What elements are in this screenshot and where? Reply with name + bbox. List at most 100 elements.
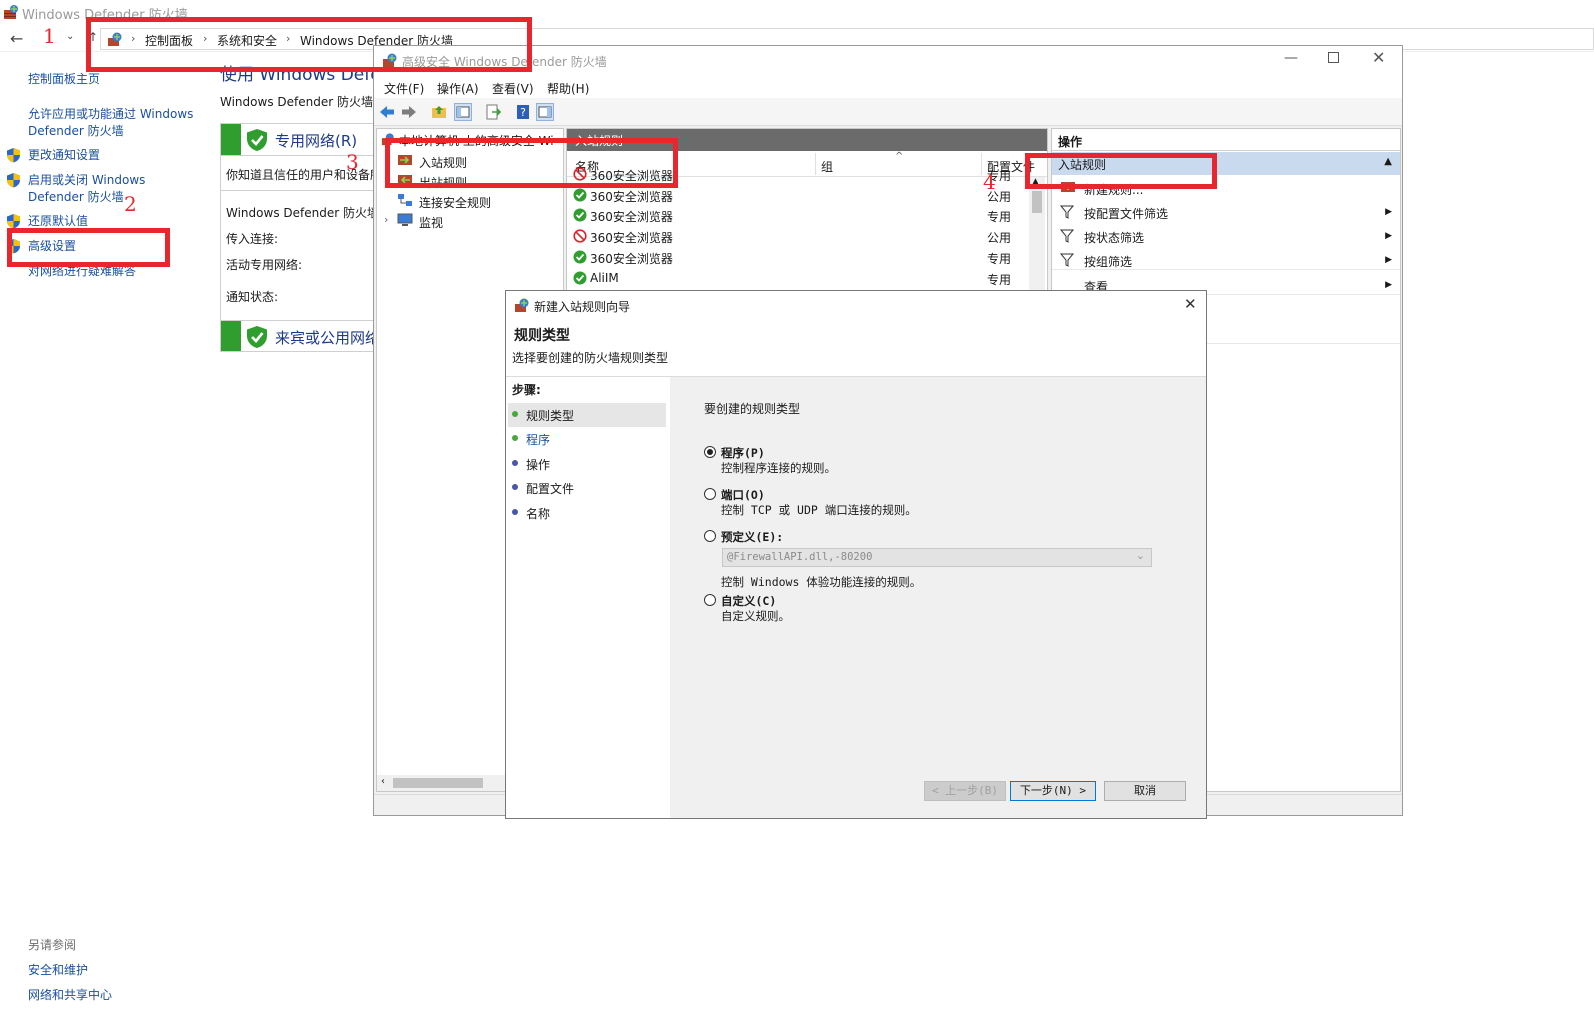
step-program[interactable]: 程序: [512, 431, 550, 448]
rule-name: 360安全浏览器: [590, 231, 673, 246]
scroll-left-icon[interactable]: ‹: [381, 776, 385, 787]
filter-icon: [1060, 229, 1074, 243]
option-port-desc: 控制 TCP 或 UDP 端口连接的规则。: [721, 503, 917, 517]
submenu-arrow-icon: ▶: [1385, 231, 1392, 241]
option-predefined-label: 预定义(E):: [721, 530, 784, 544]
folder-up-icon[interactable]: [430, 103, 448, 121]
allow-check-icon: [573, 188, 587, 202]
firewall-icon: [3, 4, 19, 20]
show-hide-tree-icon[interactable]: [454, 103, 472, 121]
uac-shield-icon: [6, 213, 21, 229]
action-filter-profile[interactable]: 按配置文件筛选: [1084, 205, 1168, 222]
active-private-network-label: 活动专用网络:: [226, 258, 303, 272]
filter-icon: [1060, 253, 1074, 267]
annotation-number-2: 2: [124, 192, 137, 216]
radio-predefined[interactable]: [704, 530, 716, 542]
sidebar-item-notifications[interactable]: 更改通知设置: [28, 147, 100, 164]
sidebar-item-home[interactable]: 控制面板主页: [28, 71, 100, 88]
sidebar-item-toggle-firewall[interactable]: 启用或关闭 Windows Defender 防火墙: [28, 172, 158, 206]
monitor-icon: [397, 213, 413, 227]
svg-text:?: ?: [520, 106, 526, 119]
annotation-number-3: 3: [346, 150, 359, 174]
table-row[interactable]: AliIM 专用: [573, 268, 1043, 289]
sidebar-item-allow-app[interactable]: 允许应用或功能通过 Windows Defender 防火墙: [28, 106, 200, 140]
option-predefined-desc: 控制 Windows 体验功能连接的规则。: [721, 575, 922, 589]
notification-state-label: 通知状态:: [226, 290, 279, 304]
menu-action[interactable]: 操作(A): [437, 80, 479, 97]
wizard-subheading: 选择要创建的防火墙规则类型: [512, 351, 669, 365]
step-dot-icon: [512, 509, 518, 515]
new-inbound-rule-wizard: 新建入站规则向导 ✕ 规则类型 选择要创建的防火墙规则类型 步骤: 规则类型 程…: [505, 290, 1207, 819]
rule-profile: 专用: [987, 210, 1012, 225]
table-row[interactable]: 360安全浏览器 公用: [573, 226, 1043, 247]
incoming-connections-label: 传入连接:: [226, 232, 279, 246]
help-icon[interactable]: ?: [514, 103, 532, 121]
wizard-title: 新建入站规则向导: [534, 300, 631, 314]
chevron-down-icon[interactable]: ⌄: [66, 31, 74, 42]
menu-bar: 文件(F) 操作(A) 查看(V) 帮助(H): [374, 76, 1402, 98]
sort-up-icon: ^: [895, 151, 904, 162]
firewall-status-label: Windows Defender 防火墙: [226, 206, 379, 220]
uac-shield-icon: [6, 147, 21, 163]
radio-custom[interactable]: [704, 594, 716, 606]
step-profile: 配置文件: [512, 480, 574, 497]
annotation-box-3: [385, 138, 678, 188]
step-dot-icon: [512, 484, 518, 490]
submenu-arrow-icon: ▶: [1385, 207, 1392, 217]
rule-type-prompt: 要创建的规则类型: [704, 402, 801, 416]
step-rule-type: 规则类型: [512, 407, 574, 424]
next-button[interactable]: 下一步(N) >: [1010, 781, 1096, 801]
guest-network-panel: 来宾或公用网络: [220, 320, 380, 352]
submenu-arrow-icon: ▶: [1385, 255, 1392, 265]
submenu-arrow-icon: ▶: [1385, 280, 1392, 290]
scrollbar-thumb[interactable]: [1032, 191, 1042, 213]
see-also-security-maintenance[interactable]: 安全和维护: [28, 962, 88, 979]
private-network-title[interactable]: 专用网络(R): [275, 130, 357, 151]
green-shield-check-icon: [246, 128, 268, 152]
close-icon[interactable]: ✕: [1184, 295, 1197, 313]
wizard-body: 要创建的规则类型 程序(P) 控制程序连接的规则。 端口(O) 控制 TCP 或…: [670, 377, 1206, 818]
green-shield-check-icon: [246, 325, 268, 349]
tree-item-connection-security[interactable]: 连接安全规则: [419, 194, 491, 211]
show-hide-action-pane-icon[interactable]: [536, 103, 554, 121]
menu-view[interactable]: 查看(V): [492, 80, 534, 97]
scrollbar-thumb[interactable]: [393, 778, 483, 788]
back-arrow-icon[interactable]: [378, 103, 396, 121]
see-also-title: 另请参阅: [28, 938, 77, 952]
chevron-right-icon[interactable]: ›: [384, 213, 388, 226]
rule-profile: 专用: [987, 251, 1012, 266]
annotation-box-1: [86, 17, 532, 72]
back-arrow-icon[interactable]: ←: [10, 29, 23, 48]
minimize-icon[interactable]: —: [1284, 50, 1298, 66]
rule-name: 360安全浏览器: [590, 210, 673, 225]
chevron-down-icon[interactable]: ⌄: [1136, 549, 1145, 562]
back-button[interactable]: < 上一步(B): [924, 781, 1006, 801]
export-icon[interactable]: [484, 103, 502, 121]
wizard-steps: 步骤: 规则类型 程序 操作 配置文件 名称: [506, 377, 670, 818]
see-also-network-sharing[interactable]: 网络和共享中心: [28, 987, 112, 1004]
option-custom-desc: 自定义规则。: [721, 609, 790, 623]
vertical-scrollbar[interactable]: ▲: [1029, 177, 1045, 297]
forward-arrow-icon[interactable]: [400, 103, 418, 121]
steps-title: 步骤:: [512, 383, 541, 397]
collapse-up-icon[interactable]: ▲: [1384, 156, 1392, 167]
table-row[interactable]: 360安全浏览器 专用: [573, 205, 1043, 226]
guest-network-title[interactable]: 来宾或公用网络: [275, 327, 380, 348]
tree-item-monitoring[interactable]: 监视: [419, 214, 443, 231]
uac-shield-icon: [6, 172, 21, 188]
radio-port[interactable]: [704, 488, 716, 500]
cancel-button[interactable]: 取消: [1104, 781, 1186, 801]
menu-help[interactable]: 帮助(H): [547, 80, 589, 97]
action-filter-group[interactable]: 按组筛选: [1084, 253, 1132, 270]
annotation-box-2: [7, 228, 170, 267]
close-icon[interactable]: ✕: [1372, 48, 1385, 67]
rule-profile: 专用: [987, 272, 1012, 287]
rule-name: 360安全浏览器: [590, 189, 673, 204]
toolbar: ?: [374, 98, 1402, 126]
radio-program[interactable]: [704, 446, 716, 458]
table-row[interactable]: 360安全浏览器 专用: [573, 247, 1043, 268]
predefined-select[interactable]: @FirewallAPI.dll,-80200 ⌄: [722, 548, 1152, 567]
maximize-icon[interactable]: [1328, 52, 1339, 63]
action-filter-state[interactable]: 按状态筛选: [1084, 229, 1144, 246]
menu-file[interactable]: 文件(F): [384, 80, 424, 97]
